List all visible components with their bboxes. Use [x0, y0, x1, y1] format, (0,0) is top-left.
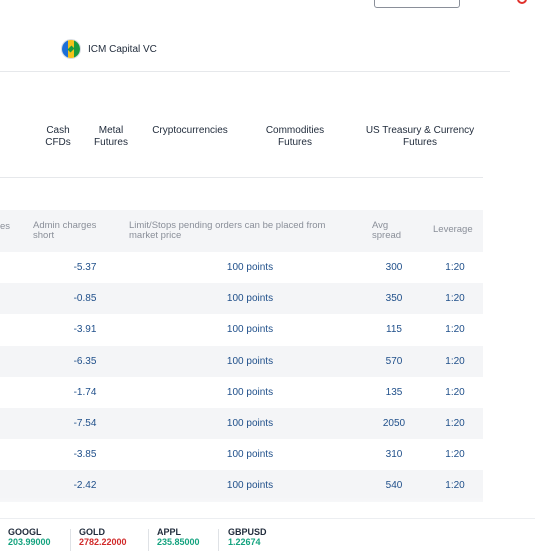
ticker-value: 235.85000 [157, 537, 200, 547]
ticker-symbol: APPL [157, 527, 182, 537]
limit-stops-cell: 100 points [226, 449, 274, 461]
instrument-table: -5.37 100 points 300 1:20 -0.85 100 poin… [0, 252, 483, 502]
ticker-value: 203.99000 [8, 537, 51, 547]
table-row: -3.91 100 points 115 1:20 [0, 314, 483, 345]
table-row: -0.85 100 points 350 1:20 [0, 283, 483, 315]
table-row: -1.74 100 points 135 1:20 [0, 377, 483, 408]
tab-label: Futures [94, 137, 128, 148]
admin-short-cell: -0.85 [73, 293, 97, 305]
avg-spread-cell: 115 [386, 324, 402, 336]
tab-metal-futures[interactable]: Metal Futures [86, 125, 136, 149]
admin-short-cell: -7.54 [73, 417, 97, 429]
limit-stops-cell: 100 points [226, 324, 274, 336]
admin-short-cell: -3.91 [73, 324, 97, 336]
column-header-leverage: Leverage [433, 224, 473, 235]
table-row: -7.54 100 points 2050 1:20 [0, 407, 483, 440]
leverage-cell: 1:20 [445, 449, 465, 461]
header-button[interactable] [374, 0, 460, 8]
admin-short-cell: -5.37 [73, 262, 97, 273]
avg-spread-cell: 2050 [382, 417, 406, 429]
tab-label: Cash [46, 125, 70, 136]
leverage-cell: 1:20 [445, 417, 465, 429]
admin-short-cell: -6.35 [73, 355, 97, 367]
column-header: es [0, 221, 11, 232]
ticker-item[interactable]: GOOGL 203.99000 [8, 527, 51, 547]
ticker-symbol: GOLD [79, 527, 105, 537]
divider [218, 529, 219, 551]
tab-label: Cryptocurrencies [152, 125, 228, 136]
avg-spread-cell: 570 [385, 355, 403, 367]
divider [70, 529, 71, 551]
tab-label: Commodities [265, 125, 325, 136]
column-header-admin-short: Admin charges short [33, 220, 97, 241]
ticker-value: 1.22674 [228, 537, 261, 547]
table-row: -3.85 100 points 310 1:20 [0, 439, 483, 470]
top-bar [0, 0, 535, 14]
leverage-cell: 1:20 [445, 262, 465, 273]
divider [148, 529, 149, 551]
tab-label: Metal [98, 125, 124, 136]
tab-label: Futures [278, 137, 312, 148]
tab-commodities-futures[interactable]: Commodities Futures [248, 125, 342, 149]
divider [0, 177, 483, 178]
ticker-item[interactable]: APPL 235.85000 [157, 527, 200, 547]
leverage-cell: 1:20 [445, 355, 465, 367]
price-ticker: GOOGL 203.99000 GOLD 2782.22000 APPL 235… [0, 518, 535, 551]
table-row: -5.37 100 points 300 1:20 [0, 252, 483, 283]
avg-spread-cell: 350 [385, 293, 403, 305]
ticker-symbol: GOOGL [8, 527, 42, 537]
ticker-item[interactable]: GOLD 2782.22000 [79, 527, 127, 547]
divider [0, 71, 510, 72]
ticker-value: 2782.22000 [79, 537, 127, 547]
tab-cash-cfds[interactable]: Cash CFDs [32, 125, 84, 149]
column-header-limit-stops: Limit/Stops pending orders can be placed… [129, 220, 326, 241]
admin-short-cell: -1.74 [73, 386, 97, 398]
limit-stops-cell: 100 points [226, 417, 274, 429]
limit-stops-cell: 100 points [226, 386, 274, 398]
ticker-item[interactable]: GBPUSD 1.22674 [228, 527, 267, 547]
tab-cryptocurrencies[interactable]: Cryptocurrencies [146, 125, 234, 137]
table-row: -6.35 100 points 570 1:20 [0, 345, 483, 377]
entity-selector[interactable]: ICM Capital VC [62, 40, 157, 58]
instrument-tabs: Cash CFDs Metal Futures Cryptocurrencies… [0, 125, 510, 157]
entity-name: ICM Capital VC [88, 43, 157, 55]
table-header: es Admin charges short Limit/Stops pendi… [0, 210, 483, 252]
tab-label: CFDs [45, 137, 71, 148]
tab-label: US Treasury & Currency [365, 125, 475, 136]
limit-stops-cell: 100 points [226, 293, 274, 305]
leverage-cell: 1:20 [445, 293, 465, 305]
limit-stops-cell: 100 points [226, 355, 274, 367]
scroll-fade [0, 497, 535, 519]
leverage-cell: 1:20 [445, 324, 465, 336]
ticker-symbol: GBPUSD [228, 527, 267, 537]
admin-short-cell: -3.85 [73, 449, 97, 461]
avg-spread-cell: 310 [385, 449, 403, 461]
leverage-cell: 1:20 [445, 386, 465, 398]
limit-stops-cell: 100 points [226, 262, 274, 273]
notification-icon[interactable] [517, 0, 527, 4]
tab-label: Futures [403, 137, 437, 148]
avg-spread-cell: 135 [385, 386, 403, 398]
column-header-avg-spread: Avg spread [372, 220, 402, 241]
avg-spread-cell: 300 [385, 262, 403, 273]
tab-us-treasury-currency-futures[interactable]: US Treasury & Currency Futures [360, 125, 480, 149]
saint-vincent-flag-icon [62, 40, 80, 58]
